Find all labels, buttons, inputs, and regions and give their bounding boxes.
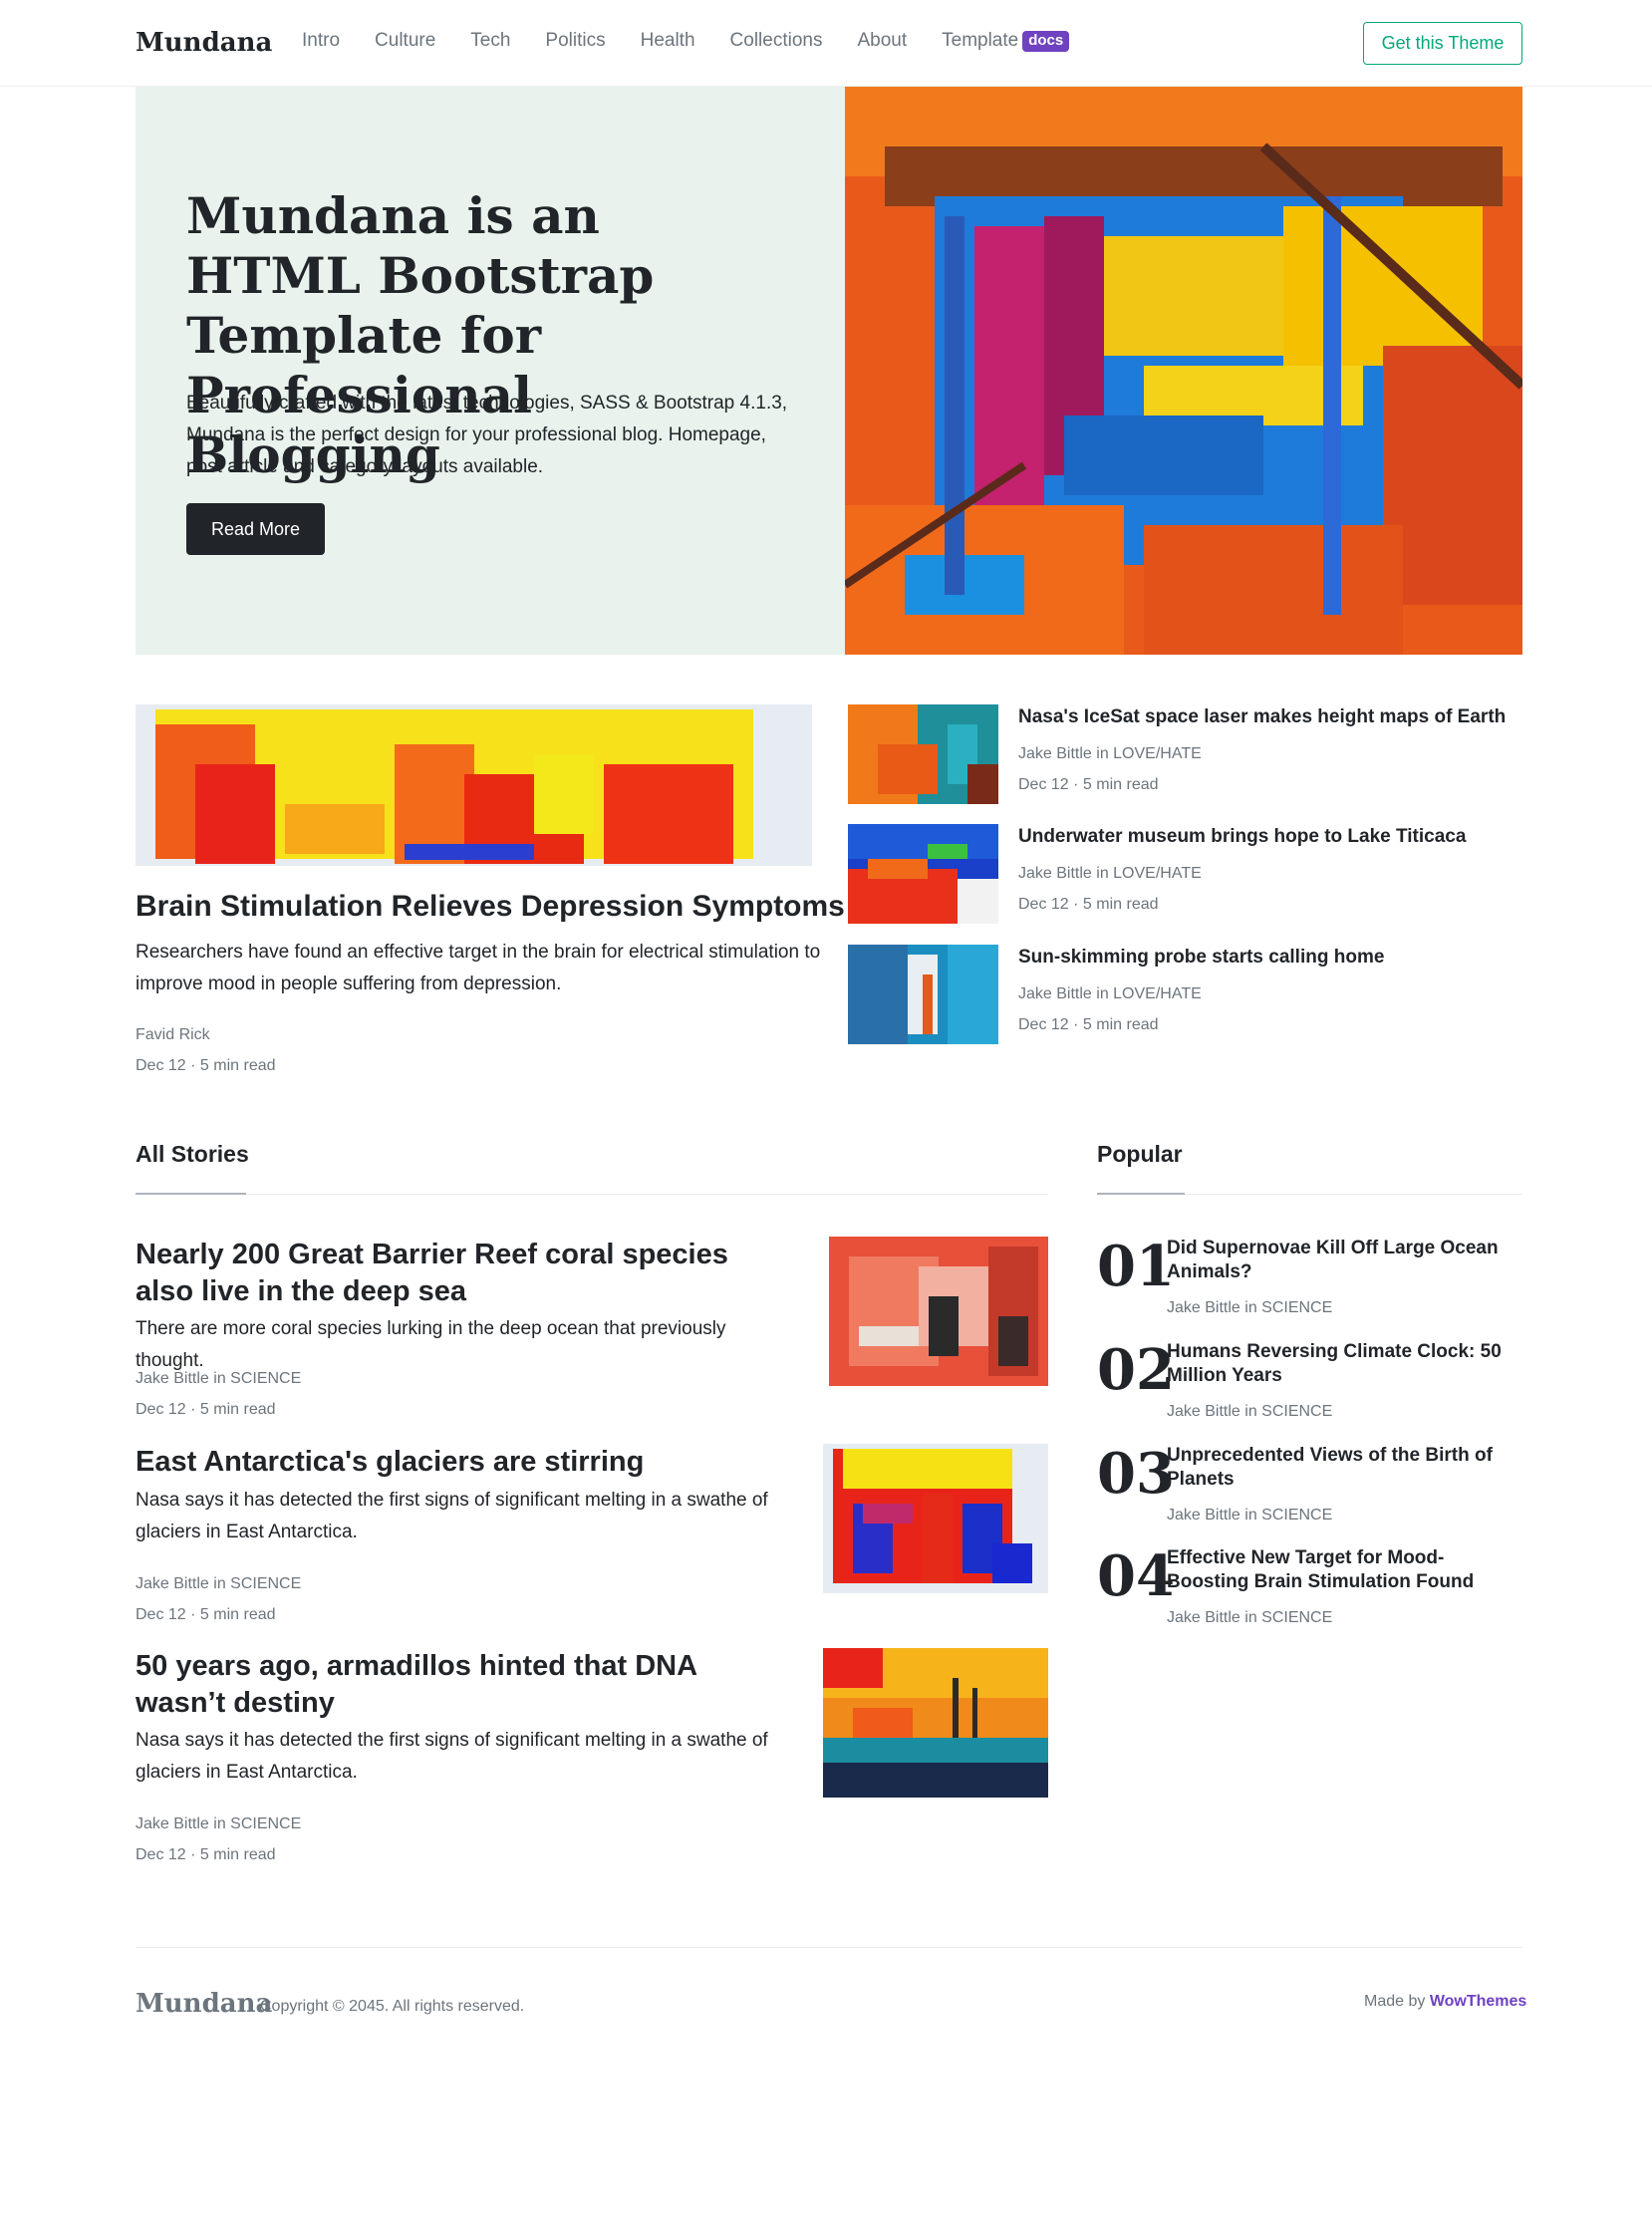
nav-item-intro[interactable]: Intro	[302, 30, 340, 52]
hero-text: Beautifully crafted with the latest tech…	[186, 393, 788, 477]
popular-underline	[1097, 1193, 1185, 1195]
featured-date: Dec 12 · 5 min read	[136, 1057, 276, 1074]
story-thumbnail[interactable]	[823, 1444, 1048, 1593]
story-date: Dec 12 · 5 min read	[136, 1606, 276, 1623]
main-menu: Intro Culture Tech Politics Health Colle…	[302, 30, 1104, 52]
nav-item-culture[interactable]: Culture	[375, 30, 435, 52]
featured-title[interactable]: Brain Stimulation Relieves Depression Sy…	[136, 890, 845, 924]
story-byline[interactable]: Jake Bittle in SCIENCE	[136, 1568, 301, 1599]
featured-author[interactable]: Favid Rick	[136, 1019, 276, 1050]
side-post-thumbnail[interactable]	[848, 945, 998, 1044]
story-item: 50 years ago, armadillos hinted that DNA…	[136, 1648, 1048, 1863]
hero-section: Mundana is an HTML Bootstrap Template fo…	[136, 87, 1522, 655]
wowthemes-link[interactable]: WowThemes	[1430, 1993, 1527, 2010]
story-meta: Jake Bittle in SCIENCE Dec 12 · 5 min re…	[136, 1363, 301, 1425]
popular-rank: 01	[1097, 1234, 1175, 1299]
popular-rank: 04	[1097, 1543, 1175, 1609]
popular-item: 01 Did Supernovae Kill Off Large Ocean A…	[1097, 1237, 1525, 1316]
popular-byline[interactable]: Jake Bittle in SCIENCE	[1167, 1292, 1332, 1323]
story-meta: Jake Bittle in SCIENCE Dec 12 · 5 min re…	[136, 1808, 301, 1870]
top-navbar: Mundana Intro Culture Tech Politics Heal…	[0, 0, 1652, 87]
popular-rank: 03	[1097, 1441, 1175, 1507]
popular-title[interactable]: Humans Reversing Climate Clock: 50 Milli…	[1167, 1340, 1525, 1388]
side-post-date: Dec 12 · 5 min read	[1018, 896, 1159, 913]
story-title[interactable]: East Antarctica's glaciers are stirring	[136, 1444, 793, 1481]
nav-item-collections[interactable]: Collections	[730, 30, 823, 52]
nav-item-health[interactable]: Health	[641, 30, 695, 52]
popular-byline[interactable]: Jake Bittle in SCIENCE	[1167, 1396, 1332, 1427]
story-text: Nasa says it has detected the first sign…	[136, 1730, 768, 1783]
story-date: Dec 12 · 5 min read	[136, 1401, 276, 1418]
side-post[interactable]: Sun-skimming probe starts calling home J…	[848, 945, 1525, 1044]
featured-image[interactable]	[136, 704, 812, 866]
story-meta: Jake Bittle in SCIENCE Dec 12 · 5 min re…	[136, 1568, 301, 1630]
side-post-byline[interactable]: Jake Bittle in LOVE/HATE	[1018, 978, 1202, 1009]
get-theme-button[interactable]: Get this Theme	[1363, 22, 1522, 65]
featured-meta: Favid Rick Dec 12 · 5 min read	[136, 1019, 276, 1081]
side-post-date: Dec 12 · 5 min read	[1018, 776, 1159, 793]
popular-item: 03 Unprecedented Views of the Birth of P…	[1097, 1444, 1525, 1524]
brand-logo[interactable]: Mundana	[136, 28, 272, 58]
story-thumbnail[interactable]	[829, 1237, 1048, 1386]
side-post-thumbnail[interactable]	[848, 824, 998, 924]
story-thumbnail[interactable]	[823, 1648, 1048, 1798]
nav-item-politics[interactable]: Politics	[545, 30, 605, 52]
popular-heading: Popular	[1097, 1141, 1183, 1167]
story-title[interactable]: Nearly 200 Great Barrier Reef coral spec…	[136, 1237, 793, 1310]
story-date: Dec 12 · 5 min read	[136, 1846, 276, 1863]
popular-title[interactable]: Effective New Target for Mood-Boosting B…	[1167, 1546, 1525, 1594]
popular-byline[interactable]: Jake Bittle in SCIENCE	[1167, 1602, 1332, 1633]
story-title[interactable]: 50 years ago, armadillos hinted that DNA…	[136, 1648, 793, 1722]
made-by-prefix: Made by	[1364, 1993, 1430, 2010]
nav-item-about[interactable]: About	[857, 30, 907, 52]
nav-item-template[interactable]: Template docs	[942, 30, 1070, 52]
side-post-title[interactable]: Sun-skimming probe starts calling home	[1018, 947, 1384, 969]
popular-byline[interactable]: Jake Bittle in SCIENCE	[1167, 1500, 1332, 1530]
side-post-title[interactable]: Nasa's IceSat space laser makes height m…	[1018, 706, 1506, 728]
side-post-byline[interactable]: Jake Bittle in LOVE/HATE	[1018, 738, 1202, 769]
nav-item-tech[interactable]: Tech	[470, 30, 510, 52]
read-more-button[interactable]: Read More	[186, 503, 325, 555]
all-stories-heading: All Stories	[136, 1141, 249, 1167]
side-post-byline[interactable]: Jake Bittle in LOVE/HATE	[1018, 858, 1202, 889]
all-stories-divider	[136, 1194, 1048, 1195]
side-post[interactable]: Underwater museum brings hope to Lake Ti…	[848, 824, 1525, 924]
featured-text: Researchers have found an effective targ…	[136, 942, 821, 994]
side-post-meta: Jake Bittle in LOVE/HATE Dec 12 · 5 min …	[1018, 858, 1202, 920]
docs-badge: docs	[1022, 30, 1070, 52]
popular-rank: 02	[1097, 1337, 1175, 1403]
side-post-title[interactable]: Underwater museum brings hope to Lake Ti…	[1018, 826, 1466, 848]
nav-item-template-label: Template	[942, 30, 1019, 51]
all-stories-underline	[136, 1193, 246, 1195]
footer-brand[interactable]: Mundana	[136, 1989, 272, 2019]
side-post[interactable]: Nasa's IceSat space laser makes height m…	[848, 704, 1525, 804]
side-post-thumbnail[interactable]	[848, 704, 998, 804]
popular-title[interactable]: Unprecedented Views of the Birth of Plan…	[1167, 1444, 1525, 1492]
story-item: Nearly 200 Great Barrier Reef coral spec…	[136, 1237, 1048, 1418]
story-byline[interactable]: Jake Bittle in SCIENCE	[136, 1808, 301, 1839]
story-item: East Antarctica's glaciers are stirring …	[136, 1444, 1048, 1623]
side-post-date: Dec 12 · 5 min read	[1018, 1016, 1159, 1033]
footer-divider	[136, 1947, 1522, 1948]
story-text: Nasa says it has detected the first sign…	[136, 1490, 768, 1542]
hero-image	[845, 87, 1522, 655]
side-post-meta: Jake Bittle in LOVE/HATE Dec 12 · 5 min …	[1018, 738, 1202, 800]
popular-item: 04 Effective New Target for Mood-Boostin…	[1097, 1546, 1525, 1626]
footer-copyright: Copyright © 2045. All rights reserved.	[260, 1998, 525, 2015]
story-byline[interactable]: Jake Bittle in SCIENCE	[136, 1363, 301, 1394]
popular-title[interactable]: Did Supernovae Kill Off Large Ocean Anim…	[1167, 1237, 1525, 1284]
popular-item: 02 Humans Reversing Climate Clock: 50 Mi…	[1097, 1340, 1525, 1420]
side-post-meta: Jake Bittle in LOVE/HATE Dec 12 · 5 min …	[1018, 978, 1202, 1040]
footer-made-by: Made by WowThemes	[1364, 1993, 1526, 2011]
